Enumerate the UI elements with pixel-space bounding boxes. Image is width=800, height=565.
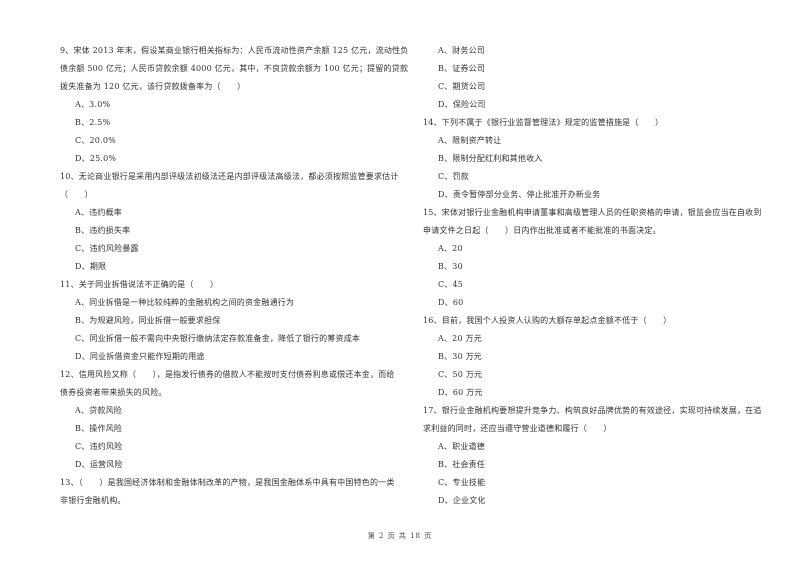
question-13: 13、（ ）是我国经济体制和金融体制改革的产物，是我国金融体系中具有中国特色的一… <box>60 474 420 510</box>
question-text: 债券投资者带来损失的风险。 <box>60 388 167 397</box>
option-b: B、30 万元 <box>438 352 483 361</box>
option-c: C、专业技能 <box>438 478 486 487</box>
option-c: C、20.0% <box>75 136 116 145</box>
question-14: 14、下列不属于《银行业监督管理法》规定的监管措施是（ ） A、限制资产转让 B… <box>423 114 783 204</box>
question-text: 拨失准备为 120 亿元，该行贷款拨备率为（ ） <box>60 82 246 91</box>
option-d: D、期限 <box>75 262 107 271</box>
question-text: 13、（ ）是我国经济体制和金融体制改革的产物，是我国金融体系中具有中国特色的一… <box>60 478 395 487</box>
option-a: A、职业道德 <box>438 442 485 451</box>
option-a: A、违约概率 <box>75 208 122 217</box>
option-c: C、50 万元 <box>438 370 483 379</box>
option-a: A、20 万元 <box>438 334 482 343</box>
question-12: 12、信用风险又称（ ），是指发行债券的借款人不能按时支付债券利息或偿还本金，而… <box>60 366 420 474</box>
question-16: 16、目前，我国个人投资人认购的大额存单起点金额不低于（ ） A、20 万元 B… <box>423 312 783 402</box>
question-text: 9、宋体 2013 年末，假设某商业银行相关指标为：人民币流动性资产余额 125… <box>60 46 409 55</box>
page-number: 第 2 页 共 18 页 <box>367 532 433 540</box>
option-d: D、保险公司 <box>438 100 486 109</box>
question-text: 12、信用风险又称（ ），是指发行债券的借款人不能按时支付债券利息或偿还本金，而… <box>60 370 395 379</box>
question-15: 15、宋体对银行业金融机构申请董事和高级管理人员的任职资格的申请，银监会应当在自… <box>423 204 783 312</box>
exam-page: 9、宋体 2013 年末，假设某商业银行相关指标为：人民币流动性资产余额 125… <box>0 0 800 565</box>
option-c: C、45 <box>438 280 464 289</box>
option-b: B、为规避风险，同业拆借一般要求担保 <box>75 316 221 325</box>
question-text: 16、目前，我国个人投资人认购的大额存单起点金额不低于（ ） <box>423 316 672 325</box>
question-text: 15、宋体对银行业金融机构申请董事和高级管理人员的任职资格的申请，银监会应当在自… <box>423 208 762 217</box>
left-column: 9、宋体 2013 年末，假设某商业银行相关指标为：人民币流动性资产余额 125… <box>60 42 420 510</box>
option-d: D、企业文化 <box>438 496 486 505</box>
question-10: 10、无论商业银行是采用内部评级法初级法还是内部评级法高级法，都必须按照监管要求… <box>60 168 420 276</box>
right-column: A、财务公司 B、证券公司 C、期货公司 D、保险公司 14、下列不属于《银行业… <box>423 42 783 510</box>
option-b: B、社会责任 <box>438 460 486 469</box>
option-d: D、25.0% <box>75 154 117 163</box>
option-c: C、罚款 <box>438 172 469 181</box>
option-c: C、同业拆借一般不需向中央银行缴纳法定存款准备金，降低了银行的筹资成本 <box>75 334 361 343</box>
option-b: B、2.5% <box>75 118 111 127</box>
question-text: 17、银行业金融机构要想提升竞争力、构筑良好品牌优势的有效途径，实现可持续发展，… <box>423 406 762 415</box>
option-a: A、贷款风险 <box>75 406 122 415</box>
option-d: D、60 万元 <box>438 388 483 397</box>
option-b: B、操作风险 <box>75 424 123 433</box>
option-b: B、违约损失率 <box>75 226 131 235</box>
option-d: D、同业拆借资金只能作短期的用途 <box>75 352 205 361</box>
option-a: A、3.0% <box>75 100 111 109</box>
question-17: 17、银行业金融机构要想提升竞争力、构筑良好品牌优势的有效途径，实现可持续发展，… <box>423 402 783 510</box>
question-text: 14、下列不属于《银行业监督管理法》规定的监管措施是（ ） <box>423 118 664 127</box>
question-text: 非银行金融机构。 <box>60 496 126 505</box>
option-a: A、20 <box>438 244 463 253</box>
option-a: A、同业拆借是一种比较纯粹的金融机构之间的资金融通行为 <box>75 298 295 307</box>
question-11: 11、关于同业拆借说法不正确的是（ ） A、同业拆借是一种比较纯粹的金融机构之间… <box>60 276 420 366</box>
option-c: C、违约风险暴露 <box>75 244 139 253</box>
option-b: B、30 <box>438 262 463 271</box>
question-text: 债余额 500 亿元；人民币贷款余额 4000 亿元，其中，不良贷款余额为 10… <box>60 64 409 73</box>
question-text: （ ） <box>60 190 93 199</box>
question-9: 9、宋体 2013 年末，假设某商业银行相关指标为：人民币流动性资产余额 125… <box>60 42 420 168</box>
question-text: 10、无论商业银行是采用内部评级法初级法还是内部评级法高级法，都必须按照监管要求… <box>60 172 399 181</box>
option-a: A、财务公司 <box>438 46 485 55</box>
option-b: B、证券公司 <box>438 64 486 73</box>
option-d: D、60 <box>438 298 464 307</box>
question-text: 求利益的同时，还应当遵守营业道德和履行（ ） <box>423 424 612 433</box>
option-c: C、期货公司 <box>438 82 486 91</box>
question-text: 申请文件之日起（ ）日内作出批准或者不能批准的书面决定。 <box>423 226 661 235</box>
question-13-options: A、财务公司 B、证券公司 C、期货公司 D、保险公司 <box>423 42 783 114</box>
option-d: D、责令暂停部分业务、停止批准开办新业务 <box>438 190 601 199</box>
option-b: B、限制分配红利和其他收入 <box>438 154 543 163</box>
question-text: 11、关于同业拆借说法不正确的是（ ） <box>60 280 219 289</box>
option-a: A、限制资产转让 <box>438 136 502 145</box>
option-c: C、违约风险 <box>75 442 123 451</box>
option-d: D、运营风险 <box>75 460 123 469</box>
